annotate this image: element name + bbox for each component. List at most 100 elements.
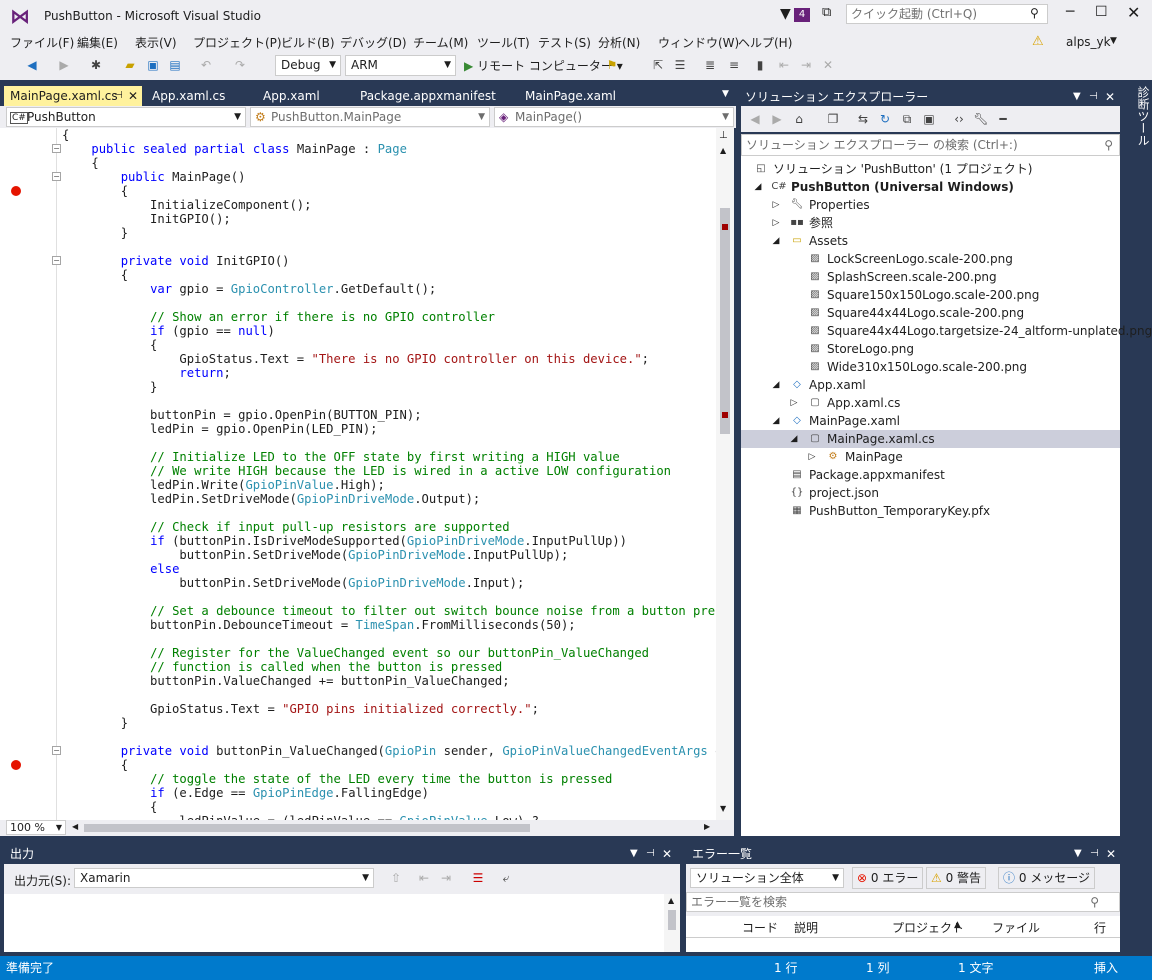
next-bookmark-icon[interactable]: ⇥ xyxy=(798,57,814,73)
tab-mainpage-xaml[interactable]: MainPage.xaml xyxy=(519,86,616,106)
close-icon[interactable]: ✕ xyxy=(128,86,138,106)
home-icon[interactable]: ⌂ xyxy=(791,111,807,127)
filter-icon[interactable]: ▼ xyxy=(780,6,791,22)
horizontal-scroll-thumb[interactable] xyxy=(84,824,530,832)
search-icon[interactable]: ⚲ xyxy=(1104,135,1113,155)
project-combo[interactable]: C# PushButton ▼ xyxy=(6,107,246,127)
code-line[interactable]: // function is called when the button is… xyxy=(62,660,502,674)
breakpoint-icon[interactable] xyxy=(11,186,21,196)
code-line[interactable]: } xyxy=(62,716,128,730)
maximize-button[interactable]: ☐ xyxy=(1095,4,1108,20)
tree-item[interactable]: ◢ ◇ App.xaml xyxy=(741,376,1120,394)
chevron-down-icon[interactable]: ▼ xyxy=(630,844,638,864)
tree-item[interactable]: ▨ Wide310x150Logo.scale-200.png xyxy=(741,358,1120,376)
error-scope-dropdown[interactable]: ソリューション全体 ▼ xyxy=(690,868,844,888)
code-line[interactable]: } xyxy=(62,380,157,394)
menu-project[interactable]: プロジェクト(P) xyxy=(193,34,282,51)
bookmark-icon[interactable]: ▮ xyxy=(752,57,768,73)
code-line[interactable]: private void InitGPIO() xyxy=(62,254,290,268)
tree-item[interactable]: ▨ LockScreenLogo.scale-200.png xyxy=(741,250,1120,268)
tree-item[interactable]: ◢ ▢ MainPage.xaml.cs xyxy=(741,430,1120,448)
forward-icon[interactable]: ▶ xyxy=(769,111,785,127)
prev-bookmark-icon[interactable]: ⇤ xyxy=(776,57,792,73)
code-line[interactable]: { xyxy=(62,268,128,282)
uncomment-icon[interactable]: ≡ xyxy=(726,57,742,73)
code-line[interactable]: buttonPin.DebounceTimeout = TimeSpan.Fro… xyxy=(62,618,576,632)
code-line[interactable]: // We write HIGH because the LED is wire… xyxy=(62,464,671,478)
code-line[interactable]: ledPin.Write(GpioPinValue.High); xyxy=(62,478,385,492)
pin-icon[interactable]: ⊣ xyxy=(1090,844,1099,864)
feedback-icon[interactable]: ⧉ xyxy=(822,5,831,20)
code-line[interactable]: // Set a debounce timeout to filter out … xyxy=(62,604,716,618)
member-combo[interactable]: ◈ MainPage() ▼ xyxy=(494,107,734,127)
next-message-icon[interactable]: ⇥ xyxy=(438,870,454,886)
errors-filter-button[interactable]: ⊗ 0 エラー xyxy=(852,867,924,889)
scroll-down-icon[interactable]: ▼ xyxy=(720,804,726,813)
tab-overflow-icon[interactable]: ▼ xyxy=(722,89,729,99)
class-combo[interactable]: ⚙ PushButton.MainPage ▼ xyxy=(250,107,490,127)
tree-item[interactable]: ▨ Square150x150Logo.scale-200.png xyxy=(741,286,1120,304)
step-icon[interactable]: ⇱ xyxy=(650,57,666,73)
menu-analyze[interactable]: 分析(N) xyxy=(598,34,640,51)
comment-icon[interactable]: ≣ xyxy=(702,57,718,73)
code-line[interactable]: if (gpio == null) xyxy=(62,324,275,338)
code-line[interactable]: ledPin.SetDriveMode(GpioPinDriveMode.Out… xyxy=(62,492,480,506)
scroll-thumb[interactable] xyxy=(720,208,730,434)
menu-build[interactable]: ビルド(B) xyxy=(281,34,335,51)
menu-file[interactable]: ファイル(F) xyxy=(10,34,74,51)
code-line[interactable]: { xyxy=(62,184,128,198)
tree-item[interactable]: ▨ Square44x44Logo.targetsize-24_altform-u… xyxy=(741,322,1152,340)
expanded-arrow-icon[interactable]: ◢ xyxy=(789,430,799,448)
code-line[interactable]: var gpio = GpioController.GetDefault(); xyxy=(62,282,436,296)
tree-item[interactable]: ◱ ソリューション 'PushButton' (1 プロジェクト) xyxy=(741,160,1120,178)
editor-vertical-scrollbar[interactable]: ⊥ ▲ ▼ xyxy=(716,128,734,820)
clear-all-icon[interactable]: ☰ xyxy=(470,870,486,886)
collapsed-arrow-icon[interactable]: ▷ xyxy=(789,394,799,412)
code-line[interactable]: public sealed partial class MainPage : P… xyxy=(62,142,407,156)
code-line[interactable]: GpioStatus.Text = "There is no GPIO cont… xyxy=(62,352,649,366)
menu-debug[interactable]: デバッグ(D) xyxy=(340,34,407,51)
error-search-input[interactable]: エラー一覧を検索 ⚲ xyxy=(686,892,1120,912)
column-description[interactable]: 説明 xyxy=(794,919,818,936)
output-text-area[interactable] xyxy=(4,894,664,952)
code-line[interactable]: // Initialize LED to the OFF state by fi… xyxy=(62,450,620,464)
expanded-arrow-icon[interactable]: ◢ xyxy=(771,232,781,250)
collapse-toggle-icon[interactable]: − xyxy=(52,172,61,181)
code-line[interactable]: // Register for the ValueChanged event s… xyxy=(62,646,649,660)
code-line[interactable]: buttonPin = gpio.OpenPin(BUTTON_PIN); xyxy=(62,408,422,422)
column-line[interactable]: 行 xyxy=(1094,919,1106,936)
close-icon[interactable]: ✕ xyxy=(1105,88,1115,106)
menu-test[interactable]: テスト(S) xyxy=(538,34,591,51)
tree-item[interactable]: ▷ 🔧︎ Properties xyxy=(741,196,1120,214)
minimize-button[interactable]: ─ xyxy=(1066,4,1074,20)
pin-icon[interactable]: ⊣ xyxy=(1089,88,1098,106)
views-icon[interactable]: ❐ xyxy=(825,111,841,127)
collapse-toggle-icon[interactable]: − xyxy=(52,256,61,265)
code-line[interactable]: { xyxy=(62,800,157,814)
tree-item[interactable]: ▨ StoreLogo.png xyxy=(741,340,1120,358)
undo-icon[interactable]: ↶ xyxy=(198,57,214,73)
tab-mainpage-xaml-cs[interactable]: MainPage.xaml.cs ⊣ ✕ xyxy=(4,86,142,106)
platform-dropdown[interactable]: ARM ▼ xyxy=(345,55,456,76)
breakpoint-icon[interactable] xyxy=(11,760,21,770)
menu-edit[interactable]: 編集(E) xyxy=(77,34,118,51)
view-code-icon[interactable]: ‹› xyxy=(951,111,967,127)
zoom-dropdown[interactable]: 100 % ▼ xyxy=(6,820,66,835)
tree-item[interactable]: ▤ Package.appxmanifest xyxy=(741,466,1120,484)
output-scrollbar[interactable]: ▲ xyxy=(664,894,680,952)
messages-filter-button[interactable]: ⓘ 0 メッセージ xyxy=(998,867,1096,889)
code-line[interactable]: private void buttonPin_ValueChanged(Gpio… xyxy=(62,744,716,758)
tree-item[interactable]: {} project.json xyxy=(741,484,1120,502)
menu-tools[interactable]: ツール(T) xyxy=(477,34,530,51)
tree-item[interactable]: ▨ Square44x44Logo.scale-200.png xyxy=(741,304,1120,322)
split-icon[interactable]: ⊥ xyxy=(719,130,728,141)
code-line[interactable]: ledPin = gpio.OpenPin(LED_PIN); xyxy=(62,422,377,436)
collapsed-arrow-icon[interactable]: ▷ xyxy=(807,448,817,466)
prev-message-icon[interactable]: ⇤ xyxy=(416,870,432,886)
refresh-icon[interactable]: ↻ xyxy=(877,111,893,127)
code-line[interactable]: buttonPin.SetDriveMode(GpioPinDriveMode.… xyxy=(62,548,568,562)
tab-package-appxmanifest[interactable]: Package.appxmanifest xyxy=(354,86,496,106)
preview-icon[interactable]: ━ xyxy=(995,111,1011,127)
code-line[interactable]: if (buttonPin.IsDriveModeSupported(GpioP… xyxy=(62,534,627,548)
close-button[interactable]: ✕ xyxy=(1127,3,1140,22)
